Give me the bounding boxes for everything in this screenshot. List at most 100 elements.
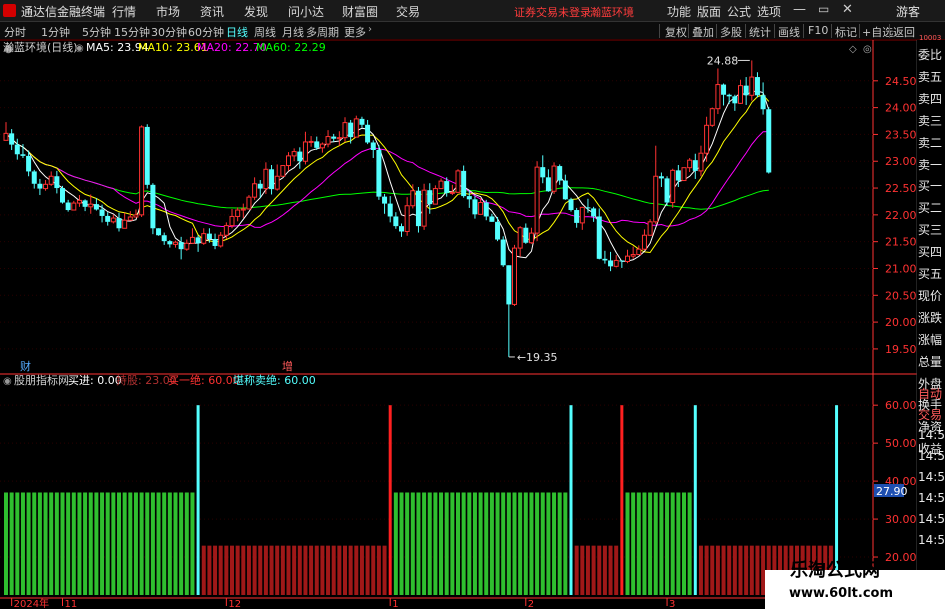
sub-side-time-2[interactable]: 14:56 bbox=[918, 466, 945, 488]
menu-shichang[interactable]: 市场 bbox=[156, 3, 180, 20]
candle-body-119 bbox=[675, 170, 681, 181]
candle-118 bbox=[670, 168, 676, 208]
side-label-3[interactable]: 卖三 bbox=[918, 110, 945, 132]
side-label-6[interactable]: 买一 bbox=[918, 175, 945, 197]
menu-jiaoyi[interactable]: 交易 bbox=[396, 3, 420, 20]
side-label-14[interactable]: 总量 bbox=[918, 351, 945, 373]
tool-diejia[interactable]: 叠加 bbox=[692, 24, 714, 40]
sub-side-time-0[interactable]: 14:56 bbox=[918, 424, 945, 446]
kline-chart[interactable]: 24.50 24.00 23.50 23.00 22.50 22.00 21.50 21.00… bbox=[0, 40, 945, 609]
tool-back[interactable]: 返回 bbox=[893, 24, 915, 40]
candle-0 bbox=[3, 122, 9, 141]
side-label-2[interactable]: 卖四 bbox=[918, 88, 945, 110]
sub-side-time-1[interactable]: 14:56 bbox=[918, 445, 945, 467]
period-1min[interactable]: 1分钟 bbox=[41, 24, 70, 40]
sub-bar-104 bbox=[591, 545, 596, 595]
candle-body-111 bbox=[630, 254, 636, 257]
side-label-10[interactable]: 买五 bbox=[918, 263, 945, 285]
period-daily[interactable]: 日线 bbox=[226, 24, 248, 40]
candle-127 bbox=[721, 83, 727, 106]
event-zeng[interactable]: 增 bbox=[282, 359, 293, 373]
main-ytick-label-3: 23.00 bbox=[885, 155, 917, 168]
side-label-12[interactable]: 涨跌 bbox=[918, 307, 945, 329]
sub-legend-settings-icon[interactable]: ◉ bbox=[3, 376, 12, 387]
menu-zixun[interactable]: 资讯 bbox=[200, 3, 224, 20]
sub-bar-113 bbox=[642, 492, 647, 595]
side-label-5[interactable]: 卖一 bbox=[918, 154, 945, 176]
main-legend-ma60: MA60: 22.29 bbox=[256, 41, 326, 54]
sub-bar-107 bbox=[608, 545, 613, 595]
tool-huaxian[interactable]: 画线 bbox=[778, 24, 800, 40]
tool-duogu[interactable]: 多股 bbox=[720, 24, 742, 40]
side-label-7[interactable]: 买二 bbox=[918, 197, 945, 219]
candle-body-112 bbox=[636, 248, 642, 256]
menu-gongshi[interactable]: 公式 bbox=[727, 3, 751, 20]
side-label-13[interactable]: 涨幅 bbox=[918, 329, 945, 351]
side-label-8[interactable]: 买三 bbox=[918, 219, 945, 241]
candle-59 bbox=[336, 131, 342, 146]
menu-banmian[interactable]: 版面 bbox=[697, 3, 721, 20]
candle-body-120 bbox=[681, 167, 687, 182]
tool-fuquan[interactable]: 复权 bbox=[665, 24, 687, 40]
period-more[interactable]: 更多 bbox=[344, 24, 366, 40]
restore-icon[interactable]: ▭ bbox=[818, 2, 829, 16]
candle-body-94 bbox=[534, 166, 540, 234]
sub-bar-61 bbox=[348, 545, 353, 595]
side-label-1[interactable]: 卖五 bbox=[918, 66, 945, 88]
sub-bar-70 bbox=[399, 492, 404, 595]
current-marker-value: 27.90 bbox=[876, 485, 908, 498]
sub-side-label-0[interactable]: 自动 bbox=[918, 383, 945, 405]
menu-faxian[interactable]: 发现 bbox=[244, 3, 268, 20]
candle-body-34 bbox=[195, 237, 201, 244]
sub-side-time-3[interactable]: 14:56 bbox=[918, 487, 945, 509]
user-label[interactable]: 游客 bbox=[896, 3, 920, 20]
period-fenshi[interactable]: 分时 bbox=[4, 24, 26, 40]
period-15min[interactable]: 15分钟 bbox=[114, 24, 150, 40]
login-notice[interactable]: 证券交易未登录 bbox=[514, 4, 591, 20]
pin-icon[interactable]: ◎ bbox=[863, 44, 872, 55]
sub-bar-127 bbox=[721, 545, 726, 595]
period-5min[interactable]: 5分钟 bbox=[82, 24, 111, 40]
menu-caifuquan[interactable]: 财富圈 bbox=[342, 3, 378, 20]
sub-bar-17 bbox=[100, 492, 105, 595]
close-icon[interactable]: ✕ bbox=[842, 2, 853, 17]
candle-body-2 bbox=[14, 144, 20, 155]
candle-body-41 bbox=[235, 209, 241, 217]
event-cai[interactable]: 财 bbox=[20, 359, 31, 373]
sub-bar-64 bbox=[365, 545, 370, 595]
tool-f10[interactable]: F10 bbox=[808, 24, 828, 37]
candle-body-76 bbox=[432, 188, 438, 205]
menu-hangqing[interactable]: 行情 bbox=[112, 3, 136, 20]
legend-settings-icon[interactable]: ◉ bbox=[75, 43, 84, 54]
side-label-9[interactable]: 买四 bbox=[918, 241, 945, 263]
tool-tongji[interactable]: 统计 bbox=[749, 24, 771, 40]
side-label-0[interactable]: 委比 bbox=[918, 44, 945, 66]
candle-body-115 bbox=[653, 175, 659, 223]
candle-body-100 bbox=[568, 199, 574, 211]
menu-xuanxiang[interactable]: 选项 bbox=[757, 3, 781, 20]
minimize-icon[interactable]: — bbox=[793, 2, 806, 17]
expand-icon[interactable]: ◇ bbox=[849, 44, 857, 55]
period-monthly[interactable]: 月线 bbox=[282, 24, 304, 40]
period-60min[interactable]: 60分钟 bbox=[188, 24, 224, 40]
tool-biaoji[interactable]: 标记 bbox=[835, 24, 857, 40]
sub-bar-20 bbox=[117, 492, 121, 595]
sub-side-label-1[interactable]: 交易 bbox=[918, 404, 945, 426]
period-weekly[interactable]: 周线 bbox=[254, 24, 276, 40]
menu-wenxiaoda[interactable]: 问小达 bbox=[288, 3, 324, 20]
title-bar: 通达信金融终端 行情 市场 资讯 发现 问小达 财富圈 交易 证券交易未登录 瀚… bbox=[0, 0, 945, 22]
period-30min[interactable]: 30分钟 bbox=[151, 24, 187, 40]
sub-side-time-4[interactable]: 14:56 bbox=[918, 508, 945, 530]
side-label-11[interactable]: 现价 bbox=[918, 285, 945, 307]
side-label-4[interactable]: 卖二 bbox=[918, 132, 945, 154]
sub-bar-90 bbox=[512, 492, 517, 595]
candle-63 bbox=[359, 116, 365, 128]
sub-side-time-5[interactable]: 14:56 bbox=[918, 529, 945, 551]
candle-95 bbox=[540, 155, 546, 184]
sub-bar-88 bbox=[501, 492, 506, 595]
more-chevron-icon[interactable]: › bbox=[368, 24, 372, 35]
sub-bar-86 bbox=[489, 492, 494, 595]
period-multi[interactable]: 多周期 bbox=[306, 24, 339, 40]
candle-body-53 bbox=[302, 141, 308, 162]
menu-gongneng[interactable]: 功能 bbox=[667, 3, 691, 20]
